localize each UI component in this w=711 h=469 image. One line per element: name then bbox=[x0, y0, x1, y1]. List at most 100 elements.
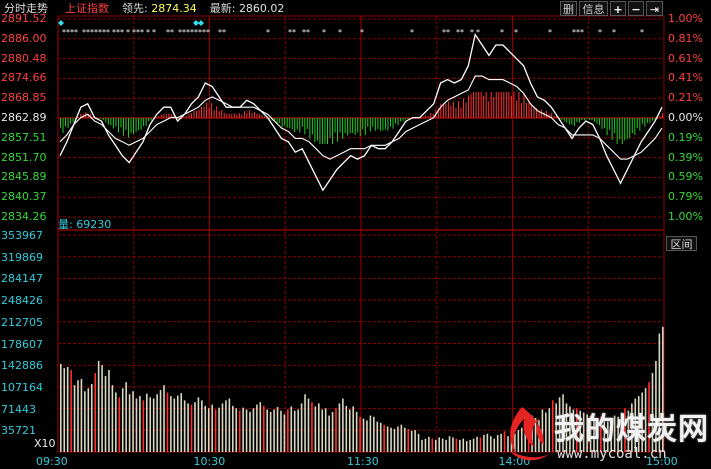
price-delta-bar bbox=[515, 100, 517, 118]
price-delta-bar bbox=[382, 118, 384, 131]
volume-bar bbox=[135, 398, 138, 452]
price-delta-bar bbox=[369, 118, 371, 132]
price-delta-bar bbox=[503, 92, 505, 118]
volume-bar bbox=[290, 406, 293, 452]
volume-axis-label: 178607 bbox=[1, 337, 43, 351]
latest-label: 最新: bbox=[209, 2, 236, 15]
event-markers: * * * * * * * * * * * * * * * * * * * * * * * * * * * * * * * * * * * * * * * *… bbox=[58, 20, 644, 37]
volume-bar bbox=[428, 436, 430, 452]
price-delta-bar bbox=[150, 118, 152, 121]
price-delta-bar bbox=[165, 113, 167, 118]
price-delta-bar bbox=[566, 118, 568, 123]
event-marker-icon: * bbox=[126, 28, 130, 37]
price-delta-bar bbox=[359, 118, 361, 137]
volume-bar bbox=[235, 408, 238, 452]
event-marker-icon: * bbox=[338, 28, 342, 37]
info-button[interactable]: 信息 bbox=[579, 1, 608, 16]
volume-bar bbox=[121, 388, 124, 452]
volume-bar bbox=[376, 421, 379, 452]
exit-icon[interactable]: ⇥ bbox=[646, 1, 663, 16]
event-marker-icon: * bbox=[206, 28, 210, 37]
section-button[interactable]: 区间 bbox=[666, 236, 697, 251]
price-delta-bar bbox=[148, 118, 150, 122]
price-delta-bar bbox=[553, 115, 555, 118]
price-delta-bar bbox=[294, 118, 296, 133]
price-delta-bar bbox=[543, 112, 545, 118]
price-delta-bar bbox=[485, 92, 487, 118]
volume-bar bbox=[476, 436, 478, 452]
zoom-out-button[interactable]: − bbox=[628, 1, 644, 16]
volume-bar bbox=[197, 397, 200, 452]
percent-axis-label: 0.79% bbox=[668, 190, 703, 204]
price-delta-bar bbox=[279, 118, 281, 124]
event-marker-icon: * bbox=[292, 28, 296, 37]
volume-bar bbox=[80, 379, 83, 452]
price-delta-bar bbox=[213, 110, 215, 118]
event-marker-icon: * bbox=[222, 28, 226, 37]
price-delta-bar bbox=[629, 118, 631, 139]
price-axis-label: 2886.00 bbox=[1, 31, 47, 45]
price-delta-bar bbox=[349, 118, 351, 134]
price-delta-bar bbox=[576, 118, 578, 123]
volume-bar bbox=[441, 438, 444, 452]
price-delta-bar bbox=[188, 113, 190, 118]
price-delta-bar bbox=[163, 114, 165, 118]
volume-bar bbox=[465, 441, 468, 452]
price-delta-bar bbox=[626, 118, 628, 140]
percent-axis-label: 0.61% bbox=[668, 51, 703, 65]
price-delta-bar bbox=[508, 92, 510, 118]
volume-bar bbox=[87, 388, 90, 452]
price-delta-bar bbox=[135, 118, 137, 132]
price-delta-bar bbox=[337, 118, 339, 142]
chart-grid bbox=[57, 15, 665, 453]
volume-bar bbox=[232, 405, 234, 452]
volume-bar bbox=[159, 390, 162, 452]
diamond-marker-icon bbox=[198, 20, 204, 26]
volume-axis-label: 212705 bbox=[1, 315, 43, 329]
volume-bar bbox=[459, 439, 461, 452]
percent-axis-label: 0.41% bbox=[668, 71, 703, 85]
price-delta-bar bbox=[591, 118, 593, 121]
zoom-in-button[interactable]: + bbox=[610, 1, 626, 16]
price-delta-bar bbox=[377, 118, 379, 130]
event-marker-icon: * bbox=[476, 28, 480, 37]
volume-bar bbox=[149, 397, 152, 452]
price-delta-bar bbox=[493, 97, 495, 118]
price-delta-bar bbox=[72, 118, 74, 123]
price-delta-bar bbox=[616, 118, 618, 144]
price-delta-bar bbox=[304, 118, 306, 135]
event-marker-icon: * bbox=[306, 28, 310, 37]
price-delta-bar bbox=[241, 114, 243, 118]
price-delta-bar bbox=[478, 92, 480, 118]
time-axis-label: 09:30 bbox=[36, 455, 68, 468]
price-delta-bar bbox=[450, 105, 452, 118]
price-delta-bar bbox=[520, 103, 522, 118]
price-delta-bar bbox=[624, 118, 626, 141]
volume-bar bbox=[352, 406, 354, 452]
price-axis-label: 2845.89 bbox=[1, 170, 47, 184]
volume-bar bbox=[318, 403, 320, 452]
event-marker-icon: * bbox=[106, 28, 110, 37]
event-marker-icon: * bbox=[598, 28, 602, 37]
price-delta-bar bbox=[306, 118, 308, 129]
volume-bar bbox=[421, 439, 423, 452]
volume-bar bbox=[249, 411, 251, 452]
price-delta-bar bbox=[402, 118, 404, 122]
price-delta-bar bbox=[619, 118, 621, 140]
price-delta-bar bbox=[463, 98, 465, 118]
price-delta-bar bbox=[193, 111, 195, 118]
price-delta-bar bbox=[641, 118, 643, 124]
price-delta-bar bbox=[523, 94, 525, 118]
watermark-site-name: 我的煤炭网 bbox=[554, 412, 709, 447]
price-delta-bar bbox=[251, 112, 253, 118]
volume-bar bbox=[90, 383, 93, 452]
price-delta-bar bbox=[510, 95, 512, 118]
delete-button[interactable]: 删 bbox=[560, 1, 577, 16]
price-delta-bar bbox=[309, 118, 311, 139]
volume-bar bbox=[118, 397, 121, 452]
price-delta-bar bbox=[490, 92, 492, 118]
price-delta-bar bbox=[216, 106, 218, 118]
price-delta-bar bbox=[221, 109, 223, 118]
price-delta-bar bbox=[264, 116, 266, 118]
event-marker-icon: * bbox=[360, 28, 364, 37]
